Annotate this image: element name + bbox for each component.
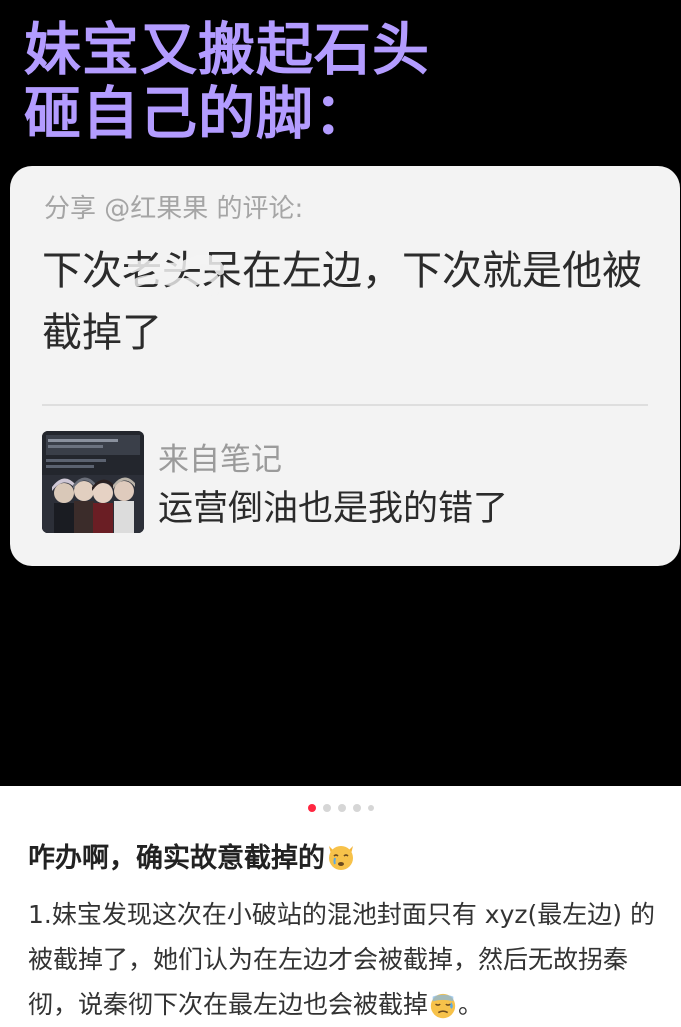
post-body-text: 1.妹宝发现这次在小破站的混池封面只有 xyz(最左边) 的被截掉了，她们认为在… [28,900,655,1019]
post-title-text: 咋办啊，确实故意截掉的 [28,843,325,874]
post-title: 咋办啊，确实故意截掉的 [28,836,357,875]
carousel-dot [322,804,331,812]
headline-line-2: 砸自己的脚： [24,81,372,147]
shared-comment-card: 分享 @红果果 的评论: 下次老头呆在左边，下次就是他被截掉了 来自笔记 运营倒… [10,166,680,566]
post-image-slide[interactable]: 妹宝又搬起石头 砸自己的脚： 分享 @红果果 的评论: 下次老头呆在左边，下次就… [0,0,681,786]
headline-line-1: 妹宝又搬起石头 [24,17,430,83]
scribble-redaction [128,254,224,297]
note-thumbnail[interactable] [42,431,144,533]
downcast-sweat-icon [430,993,456,1019]
image-headline: 妹宝又搬起石头 砸自己的脚： [24,18,430,146]
note-thumbnail-image [42,431,144,533]
carousel-dot [352,804,361,812]
carousel-dot-active [307,804,316,812]
crying-cat-icon [329,845,353,870]
share-label: 分享 @红果果 的评论: [44,194,304,224]
carousel-indicator [0,803,681,813]
note-source-label: 来自笔记 [158,442,282,478]
carousel-dot [337,804,346,812]
post-body-end: 。 [458,990,484,1019]
carousel-dot [367,805,374,811]
card-divider [42,404,648,406]
post-body: 1.妹宝发现这次在小破站的混池封面只有 xyz(最左边) 的被截掉了，她们认为在… [28,892,658,1027]
note-title[interactable]: 运营倒油也是我的错了 [158,480,508,531]
